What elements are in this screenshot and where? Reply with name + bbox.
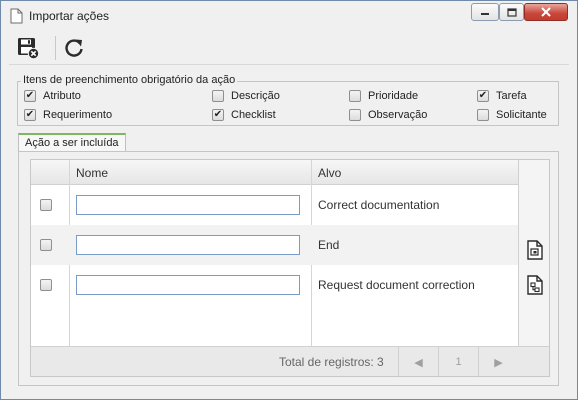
record-count: Total de registros: 3 (279, 355, 384, 369)
checkbox[interactable]: ✔ (24, 90, 36, 102)
checkbox[interactable]: ✔ (24, 109, 36, 121)
refresh-button[interactable] (61, 35, 87, 61)
alvo-cell: Correct documentation (318, 198, 440, 212)
checkbox-label: Checklist (231, 109, 276, 121)
grid-header: Nome Alvo (31, 160, 518, 185)
table-row[interactable]: End (31, 225, 518, 265)
checkbox-tarefa[interactable]: ✔ Tarefa (477, 90, 527, 102)
document-structure-icon (527, 275, 543, 295)
document-structure-button[interactable] (525, 274, 545, 296)
grid-side-toolbar (518, 160, 549, 346)
previous-page-button[interactable]: ◀ (398, 347, 438, 377)
minimize-icon (481, 13, 489, 15)
checkbox[interactable] (349, 90, 361, 102)
alvo-cell: End (318, 238, 340, 252)
window-title: Importar ações (29, 9, 110, 23)
close-button[interactable] (524, 3, 568, 21)
title-bar: Importar ações (1, 1, 577, 31)
checkbox-prioridade[interactable]: Prioridade (349, 90, 418, 102)
next-page-button[interactable]: ▶ (478, 347, 518, 377)
close-icon (541, 7, 551, 17)
save-close-button[interactable] (15, 35, 41, 61)
column-header-alvo[interactable]: Alvo (318, 166, 341, 180)
checkbox-label: Atributo (43, 90, 81, 102)
maximize-button[interactable] (499, 3, 524, 21)
column-header-nome[interactable]: Nome (76, 166, 108, 180)
tab-acao-a-ser-incluida[interactable]: Ação a ser incluída (18, 133, 126, 151)
toolbar-separator (55, 36, 56, 60)
checkbox[interactable]: ✔ (212, 109, 224, 121)
view-document-button[interactable] (525, 239, 545, 261)
grid-footer: Total de registros: 3 ◀ 1 ▶ (31, 346, 549, 377)
checkbox-checklist[interactable]: ✔ Checklist (212, 109, 276, 121)
page-number: 1 (438, 347, 478, 377)
nome-input[interactable] (76, 275, 300, 295)
required-fields-legend: Itens de preenchimento obrigatório da aç… (21, 74, 238, 86)
document-view-icon (527, 240, 543, 260)
checkbox-label: Descrição (231, 90, 280, 102)
checkbox-descricao[interactable]: Descrição (212, 90, 280, 102)
checkbox-requerimento[interactable]: ✔ Requerimento (24, 109, 112, 121)
document-icon (10, 8, 23, 24)
checkbox-solicitante[interactable]: Solicitante (477, 109, 547, 121)
previous-icon: ◀ (414, 356, 423, 369)
checkbox[interactable] (212, 90, 224, 102)
nome-input[interactable] (76, 195, 300, 215)
import-actions-window: Importar ações Itens de preenchimento ob… (0, 0, 578, 400)
nome-input[interactable] (76, 235, 300, 255)
checkbox-atributo[interactable]: ✔ Atributo (24, 90, 81, 102)
page-number-label: 1 (455, 356, 462, 368)
row-checkbox[interactable] (40, 239, 52, 251)
actions-grid: Nome Alvo Correct documentation End Requ… (30, 159, 550, 377)
checkbox-observacao[interactable]: Observação (349, 109, 427, 121)
maximize-icon (506, 7, 517, 17)
checkbox-label: Prioridade (368, 90, 419, 102)
checkbox[interactable] (349, 109, 361, 121)
row-checkbox[interactable] (40, 199, 52, 211)
checkbox[interactable] (477, 109, 489, 121)
row-checkbox[interactable] (40, 279, 52, 291)
checkbox[interactable]: ✔ (477, 90, 489, 102)
checkbox-label: Solicitante (496, 109, 547, 121)
next-icon: ▶ (494, 356, 503, 369)
refresh-icon (65, 39, 83, 57)
checkbox-label: Requerimento (43, 109, 113, 121)
checkbox-label: Observação (368, 109, 428, 121)
save-close-icon (18, 38, 40, 60)
toolbar (9, 31, 569, 65)
alvo-cell: Request document correction (318, 278, 475, 292)
table-row[interactable]: Correct documentation (31, 185, 518, 225)
checkbox-label: Tarefa (496, 90, 527, 102)
table-row[interactable]: Request document correction (31, 265, 518, 305)
minimize-button[interactable] (471, 3, 499, 21)
